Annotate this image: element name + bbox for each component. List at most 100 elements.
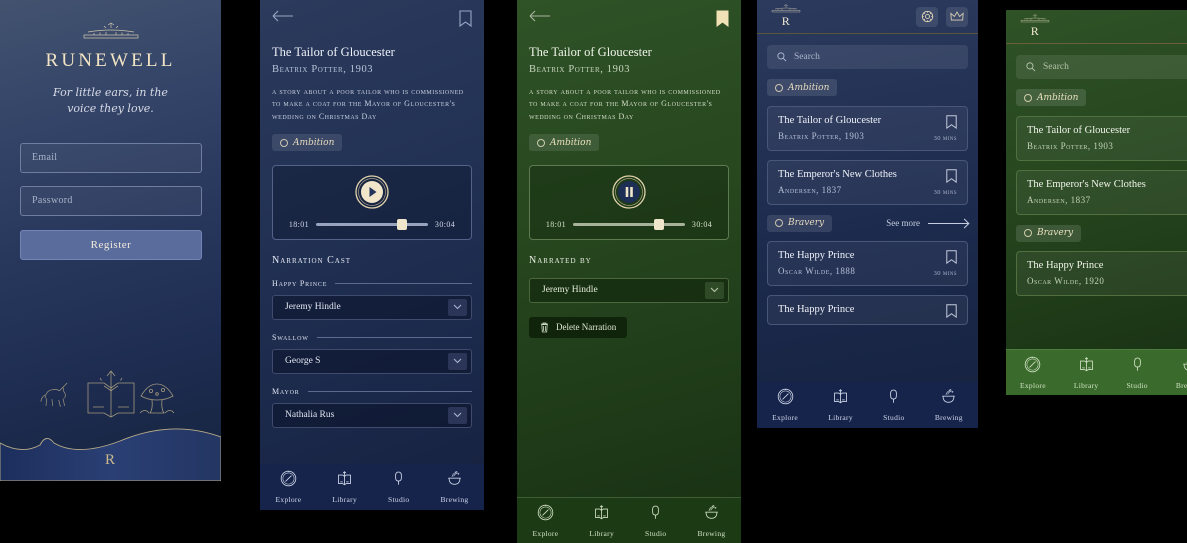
bookmark-filled-icon[interactable] [716, 10, 729, 27]
story-card[interactable]: The Happy Prince Oscar Wilde, 1888 30 mi… [767, 240, 968, 286]
delete-narration-button[interactable]: Delete Narration [529, 316, 628, 338]
role-select-mayor[interactable]: Nathalia Rus [272, 402, 472, 428]
audio-player: 18:01 30:04 [272, 164, 472, 240]
story-card[interactable]: The Tailor of Gloucester Beatrix Potter,… [1016, 115, 1187, 161]
progress-knob[interactable] [396, 219, 407, 231]
section-chip-ambition[interactable]: Ambition [1016, 89, 1087, 106]
card-author: Beatrix Potter, 1903 [778, 130, 865, 141]
nav-item-brewing[interactable]: Brewing [440, 470, 468, 504]
search-input[interactable]: Search [1016, 55, 1187, 79]
search-icon [1026, 62, 1036, 72]
search-icon [777, 52, 787, 62]
microphone-icon [885, 388, 902, 410]
nav-item-explore[interactable]: Explore [533, 504, 559, 538]
email-field[interactable]: Email [20, 142, 202, 173]
elapsed-time: 18:01 [288, 220, 310, 230]
search-input[interactable]: Search [767, 45, 968, 69]
nav-item-brewing[interactable]: Brewing [1176, 356, 1187, 390]
genre-chip-ambition[interactable]: Ambition [529, 134, 600, 152]
chevron-down-icon[interactable] [705, 281, 724, 299]
trash-icon [541, 322, 548, 333]
logo-letter: R [781, 14, 791, 28]
screenshot-stage: RUNEWELL For little ears, in the voice th… [0, 0, 1187, 543]
nav-item-brewing[interactable]: Brewing [935, 388, 963, 422]
password-field[interactable]: Password [20, 185, 202, 216]
story-author: Beatrix Potter, 1903 [529, 64, 631, 75]
card-author: Andersen, 1837 [778, 184, 842, 195]
nav-item-studio[interactable]: Studio [1126, 356, 1148, 390]
card-title: The Happy Prince [778, 249, 855, 261]
chevron-down-icon[interactable] [448, 352, 467, 370]
library-list-blue: R Search Ambition The Tailor of Gloucest… [757, 0, 978, 428]
password-placeholder: Password [32, 195, 73, 207]
app-logo[interactable]: R [767, 4, 805, 29]
nav-item-brewing[interactable]: Brewing [697, 504, 725, 538]
nav-label: Brewing [440, 495, 469, 504]
book-icon [1078, 356, 1095, 378]
play-button[interactable] [355, 175, 389, 209]
story-card[interactable]: The Emperor's New Clothes Andersen, 1837 [1016, 169, 1187, 215]
app-header: R [1006, 10, 1187, 44]
chevron-down-icon[interactable] [448, 298, 467, 316]
back-arrow-icon[interactable] [529, 10, 551, 22]
card-author: Beatrix Potter, 1903 [1027, 140, 1114, 151]
bottom-nav: Explore Library Studio Brewing [1006, 349, 1187, 395]
role-header-swallow: Swallow [272, 333, 472, 342]
progress-knob[interactable] [653, 219, 664, 231]
story-card[interactable]: The Emperor's New Clothes Andersen, 1837… [767, 159, 968, 205]
bookmark-icon[interactable] [459, 10, 472, 27]
book-icon [593, 504, 610, 526]
bookmark-icon[interactable] [946, 303, 957, 323]
genre-chip-ambition[interactable]: Ambition [272, 134, 343, 152]
chip-circle-icon [1024, 93, 1032, 102]
story-description: a story about a poor tailor who is commi… [272, 87, 464, 121]
story-card[interactable]: The Happy Prince [767, 294, 968, 325]
seek-row[interactable]: 18:01 30:04 [288, 219, 455, 231]
progress-track[interactable] [316, 219, 428, 231]
nav-item-explore[interactable]: Explore [1020, 356, 1046, 390]
back-arrow-icon[interactable] [272, 10, 294, 22]
nav-item-studio[interactable]: Studio [883, 388, 904, 422]
role-select-happy-prince[interactable]: Jeremy Hindle [272, 294, 472, 320]
nav-item-library[interactable]: Library [589, 504, 614, 538]
premium-button[interactable] [946, 6, 968, 27]
cauldron-icon [446, 470, 463, 492]
register-button[interactable]: Register [20, 229, 202, 260]
nav-label: Explore [532, 528, 559, 538]
section-chip-bravery[interactable]: Bravery [1016, 224, 1082, 242]
nav-item-studio[interactable]: Studio [645, 504, 666, 538]
role-value: Nathalia Rus [285, 410, 335, 421]
narrator-select[interactable]: Jeremy Hindle [529, 277, 729, 303]
bookmark-icon[interactable] [946, 114, 957, 134]
nav-item-library[interactable]: Library [828, 388, 853, 422]
nav-item-library[interactable]: Library [1074, 356, 1099, 390]
nav-item-explore[interactable]: Explore [772, 388, 798, 422]
nav-item-explore[interactable]: Explore [276, 470, 302, 504]
chevron-down-icon[interactable] [448, 406, 467, 424]
card-duration: 30 mins [933, 134, 957, 142]
settings-button[interactable] [916, 6, 938, 27]
app-logo[interactable]: R [1016, 14, 1054, 39]
story-title: The Tailor of Gloucester [529, 45, 652, 59]
story-card[interactable]: The Tailor of Gloucester Beatrix Potter,… [767, 105, 968, 151]
section-chip-ambition[interactable]: Ambition [767, 79, 838, 96]
card-title: The Tailor of Gloucester [1027, 124, 1131, 136]
nav-item-studio[interactable]: Studio [388, 470, 409, 504]
card-author: Oscar Wilde, 1920 [1027, 275, 1105, 286]
section-chip-bravery[interactable]: Bravery [767, 214, 833, 232]
see-more-link[interactable]: See more [886, 218, 968, 228]
pause-button[interactable] [612, 175, 646, 209]
bookmark-icon[interactable] [946, 249, 957, 269]
cauldron-icon [1181, 356, 1187, 378]
role-select-swallow[interactable]: George S [272, 348, 472, 374]
chip-label: Ambition [293, 137, 335, 148]
bookmark-icon[interactable] [946, 168, 957, 188]
story-card[interactable]: The Happy Prince Oscar Wilde, 1920 [1016, 250, 1187, 296]
chip-label: Ambition [1037, 92, 1079, 103]
narrated-by-heading: Narrated by [529, 254, 592, 266]
book-icon [336, 470, 353, 492]
nav-item-library[interactable]: Library [332, 470, 357, 504]
progress-track[interactable] [573, 219, 685, 231]
seek-row[interactable]: 18:01 30:04 [546, 219, 712, 231]
story-author: Beatrix Potter, 1903 [272, 64, 374, 75]
